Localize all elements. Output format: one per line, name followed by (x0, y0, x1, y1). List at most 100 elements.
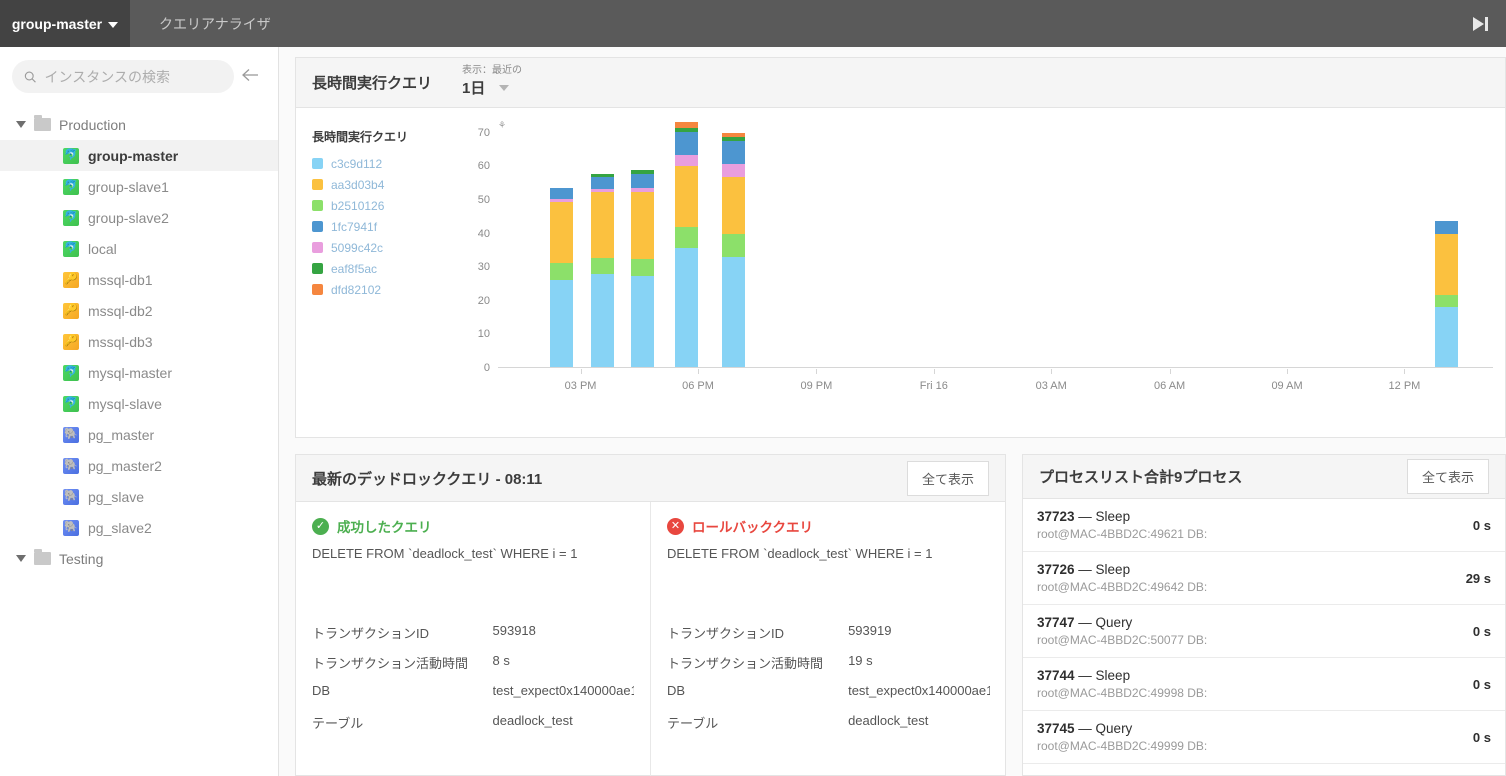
chart-bar-segment-aa3d03b4[interactable] (721, 176, 745, 235)
chart-bar-segment-aa3d03b4[interactable] (1435, 233, 1459, 296)
chart-bar-segment-b2510126[interactable] (675, 227, 699, 248)
deadlock-status-label: ロールバッククエリ (692, 520, 813, 535)
process-list-item[interactable]: 37745 — Query root@MAC-4BBD2C:49999 DB: 0 … (1023, 711, 1505, 764)
process-duration: 29 s (1465, 570, 1491, 586)
deadlock-field-key: トランザクション活動時間 (667, 656, 824, 671)
legend-item-1fc7941f[interactable]: 1fc7941f (312, 216, 452, 237)
chart-bar[interactable] (721, 132, 745, 367)
chart-bar-segment-c3c9d112[interactable] (590, 274, 614, 367)
chart-bar-segment-b2510126[interactable] (549, 262, 573, 280)
process-list-item[interactable]: 37723 — Sleep root@MAC-4BBD2C:49621 DB: 0 … (1023, 499, 1505, 552)
mysql-icon: 🐬 (63, 209, 79, 226)
arrow-left-icon (241, 69, 258, 81)
sidebar-item-group-master[interactable]: 🐬 group-master (0, 140, 278, 171)
deadlock-queries-card: 最新のデッドロッククエリ - 08:11 全て表示 ✓ 成功したクエリ DELETE… (295, 454, 1006, 776)
sidebar-item-pg_slave2[interactable]: 🐘 pg_slave2 (0, 512, 278, 543)
chart-bar-segment-1fc7941f[interactable] (590, 177, 614, 189)
chart-bar-segment-1fc7941f[interactable] (721, 140, 745, 165)
chart-bar-segment-5099c42c[interactable] (675, 155, 699, 167)
deadlock-field-key: テーブル (667, 716, 719, 731)
legend-swatch (312, 158, 323, 169)
process-list-item[interactable]: 37744 — Sleep root@MAC-4BBD2C:49998 DB: 0 … (1023, 658, 1505, 711)
legend-item-dfd82102[interactable]: dfd82102 (312, 279, 452, 300)
chart-bar-segment-c3c9d112[interactable] (721, 256, 745, 367)
chart-bar-segment-c3c9d112[interactable] (1435, 306, 1459, 367)
process-list-item[interactable]: 37747 — Query root@MAC-4BBD2C:50077 DB: 0 … (1023, 605, 1505, 658)
sidebar-item-label: mssql-db2 (88, 302, 153, 319)
sidebar-item-mssql-db2[interactable]: 🔑 mssql-db2 (0, 295, 278, 326)
sidebar-item-pg_master[interactable]: 🐘 pg_master (0, 419, 278, 450)
mysql-icon: 🐬 (63, 147, 79, 164)
sidebar-item-pg_slave[interactable]: 🐘 pg_slave (0, 481, 278, 512)
x-axis-tick: 12 PM (1388, 380, 1421, 392)
legend-item-aa3d03b4[interactable]: aa3d03b4 (312, 174, 452, 195)
deadlock-field-value: 593918 (492, 623, 536, 638)
legend-swatch (312, 179, 323, 190)
chart-bar-segment-c3c9d112[interactable] (549, 279, 573, 367)
chart-bar-segment-aa3d03b4[interactable] (631, 191, 655, 260)
time-range-picker[interactable]: 表示：最近の 1日 (462, 65, 522, 98)
process-title: 37744 — Sleep (1037, 668, 1131, 683)
chart-bar[interactable] (1435, 220, 1459, 367)
process-list-item[interactable]: 37726 — Sleep root@MAC-4BBD2C:49642 DB: 29… (1023, 552, 1505, 605)
chart-bar-segment-1fc7941f[interactable] (1435, 220, 1459, 234)
search-row (0, 47, 278, 103)
sidebar-item-mssql-db3[interactable]: 🔑 mssql-db3 (0, 326, 278, 357)
chart-bar-segment-b2510126[interactable] (590, 258, 614, 275)
chart-bar-segment-aa3d03b4[interactable] (675, 166, 699, 228)
sidebar-item-local[interactable]: 🐬 local (0, 233, 278, 264)
x-axis-tick-mark (697, 369, 699, 374)
deadlock-show-all-button[interactable]: 全て表示 (906, 460, 989, 496)
deadlock-field-row: DB test_expect0x140000ae1c (667, 683, 990, 713)
deadlock-field-key: DB (667, 683, 686, 698)
sidebar-item-mysql-master[interactable]: 🐬 mysql-master (0, 357, 278, 388)
chart-bar-segment-1fc7941f[interactable] (675, 131, 699, 156)
chart-bar[interactable] (631, 169, 655, 367)
chart-bar-segment-b2510126[interactable] (721, 234, 745, 257)
chart-bar[interactable] (549, 187, 573, 367)
chart-plot: ⚘ 0 10 20 30 40 50 60 70 03 PM 06 PM 09 PM Fri 16 0… (456, 116, 1497, 438)
sidebar-item-mysql-slave[interactable]: 🐬 mysql-slave (0, 388, 278, 419)
x-axis-tick: 09 PM (800, 380, 833, 392)
sidebar-folder-production[interactable]: Production (0, 109, 278, 140)
process-info: 37745 — Query root@MAC-4BBD2C:49999 DB: (1037, 721, 1207, 753)
chart-bar-segment-b2510126[interactable] (1435, 295, 1459, 307)
chart-y-axis: 0 10 20 30 40 50 60 70 (456, 116, 490, 374)
legend-item-b2510126[interactable]: b2510126 (312, 195, 452, 216)
tab-query-analyzer[interactable]: クエリアナライザ (131, 0, 299, 47)
chart-bar-segment-aa3d03b4[interactable] (590, 192, 614, 259)
legend-item-eaf8f5ac[interactable]: eaf8f5ac (312, 258, 452, 279)
long-running-queries-header: 長時間実行クエリ 表示：最近の 1日 (296, 58, 1505, 108)
chart-bar[interactable] (590, 173, 614, 367)
chart-bar-segment-1fc7941f[interactable] (549, 187, 573, 199)
legend-item-c3c9d112[interactable]: c3c9d112 (312, 153, 452, 174)
sidebar-item-mssql-db1[interactable]: 🔑 mssql-db1 (0, 264, 278, 295)
process-title: 37726 — Sleep (1037, 562, 1131, 577)
chart-bar-segment-5099c42c[interactable] (721, 164, 745, 177)
sidebar-item-group-slave2[interactable]: 🐬 group-slave2 (0, 202, 278, 233)
chart-bar-segment-aa3d03b4[interactable] (549, 201, 573, 263)
chart-bar-segment-1fc7941f[interactable] (631, 173, 655, 188)
sidebar-folder-testing[interactable]: Testing (0, 543, 278, 574)
instance-selector[interactable]: group-master (0, 0, 131, 47)
search-input[interactable] (44, 68, 222, 85)
process-list-header: プロセスリスト合計9プロセス 全て表示 (1023, 455, 1505, 499)
sidebar-item-label: pg_slave (88, 488, 145, 505)
process-show-all-button[interactable]: 全て表示 (1406, 459, 1489, 494)
sidebar-item-group-slave1[interactable]: 🐬 group-slave1 (0, 171, 278, 202)
chart-bar-segment-b2510126[interactable] (631, 259, 655, 276)
mssql-icon: 🔑 (63, 302, 79, 319)
chart-bar-segment-c3c9d112[interactable] (675, 247, 699, 367)
sidebar-item-pg_master2[interactable]: 🐘 pg_master2 (0, 450, 278, 481)
legend-item-5099c42c[interactable]: 5099c42c (312, 237, 452, 258)
chart-bar[interactable] (675, 122, 699, 367)
sidebar-item-label: group-slave2 (88, 209, 169, 226)
collapse-sidebar-button[interactable] (234, 66, 266, 87)
deadlock-column-rolled-back: ✕ ロールバッククエリ DELETE FROM `deadlock_test` WH… (651, 502, 1006, 776)
search-box[interactable] (12, 60, 234, 93)
chart-bar-segment-c3c9d112[interactable] (631, 275, 655, 367)
process-duration: 0 s (1472, 517, 1491, 533)
skip-forward-button[interactable] (1454, 0, 1506, 47)
deadlock-field-key: トランザクション活動時間 (312, 656, 469, 671)
process-duration: 0 s (1472, 729, 1491, 745)
